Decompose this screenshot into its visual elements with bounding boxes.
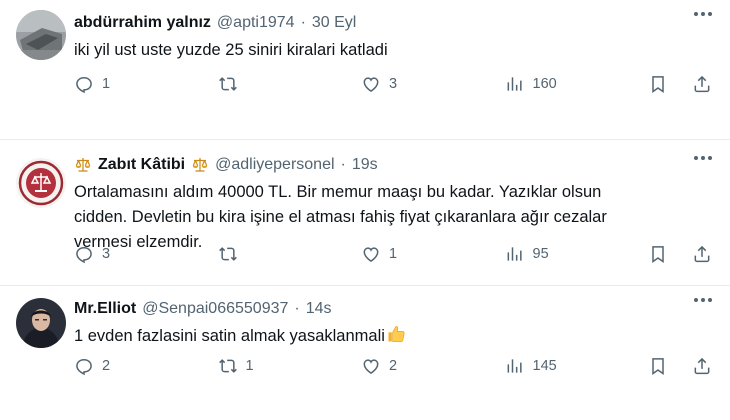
tweet-3[interactable]: Mr.Elliot @Senpai066550937 · 14s 1 evden… (0, 286, 730, 420)
tweet-1[interactable]: abdürrahim yalnız @apti1974 · 30 Eyl iki… (0, 0, 730, 140)
like-button[interactable]: 3 (361, 74, 471, 94)
more-options-icon[interactable] (694, 298, 712, 302)
author-handle[interactable]: @apti1974 (217, 12, 295, 34)
share-icon (692, 74, 712, 94)
retweet-button[interactable] (218, 74, 328, 94)
bookmark-icon (648, 244, 668, 264)
balance-scale-emoji (74, 156, 92, 174)
views-button[interactable]: 95 (505, 244, 615, 264)
author-handle[interactable]: @adliyepersonel (215, 154, 334, 176)
like-button[interactable]: 2 (361, 356, 471, 376)
retweet-button[interactable] (218, 244, 328, 264)
person-hooded-avatar[interactable] (16, 298, 66, 348)
tweet-timestamp[interactable]: 19s (352, 154, 378, 176)
right-action-icons (648, 356, 712, 376)
like-count: 1 (389, 246, 398, 262)
bookmark-icon (648, 356, 668, 376)
reply-icon (74, 356, 94, 376)
retweet-icon (218, 356, 238, 376)
tweet-actions: 1 3 160 (74, 74, 712, 94)
author-name[interactable]: Mr.Elliot (74, 298, 136, 320)
heart-icon (361, 244, 381, 264)
share-icon (692, 356, 712, 376)
share-button[interactable] (692, 74, 712, 94)
retweet-count: 1 (245, 358, 254, 374)
views-count: 145 (532, 358, 557, 374)
retweet-icon (218, 244, 238, 264)
retweet-icon (218, 74, 238, 94)
author-name[interactable]: abdürrahim yalnız (74, 12, 211, 34)
share-icon (692, 244, 712, 264)
tweet-header: abdürrahim yalnız @apti1974 · 30 Eyl (74, 8, 712, 34)
tweet-text-container: 1 evden fazlasini satin almak yasaklanma… (74, 324, 712, 349)
right-action-icons (648, 74, 712, 94)
thumbs-up-emoji (388, 326, 405, 342)
tweet-header: Zabıt Kâtibi @adliyepersonel · 19s (74, 148, 712, 176)
share-button[interactable] (692, 356, 712, 376)
reply-button[interactable]: 2 (74, 356, 184, 376)
views-count: 160 (532, 76, 557, 92)
tweet-timestamp[interactable]: 30 Eyl (312, 12, 356, 34)
share-button[interactable] (692, 244, 712, 264)
bookmark-button[interactable] (648, 244, 668, 264)
views-bar-chart-icon (505, 74, 525, 94)
tweet-timestamp[interactable]: 14s (306, 298, 332, 320)
views-bar-chart-icon (505, 356, 525, 376)
like-count: 3 (389, 76, 398, 92)
bookmark-button[interactable] (648, 74, 668, 94)
views-count: 95 (532, 246, 549, 262)
author-name[interactable]: Zabıt Kâtibi (98, 154, 185, 176)
retweet-button[interactable]: 1 (218, 356, 328, 376)
more-options-icon[interactable] (694, 156, 712, 160)
tweet-text: 1 evden fazlasini satin almak yasaklanma… (74, 327, 385, 345)
tweet-actions: 3 1 95 (74, 244, 712, 264)
bookmark-icon (648, 74, 668, 94)
like-count: 2 (389, 358, 398, 374)
reply-count: 1 (102, 76, 111, 92)
heart-icon (361, 356, 381, 376)
right-action-icons (648, 244, 712, 264)
reply-icon (74, 74, 94, 94)
tweet-header: Mr.Elliot @Senpai066550937 · 14s (74, 294, 712, 320)
like-button[interactable]: 1 (361, 244, 471, 264)
views-button[interactable]: 145 (505, 356, 615, 376)
separator-dot: · (340, 156, 346, 173)
court-seal-avatar[interactable] (16, 158, 66, 208)
bookmark-button[interactable] (648, 356, 668, 376)
views-bar-chart-icon (505, 244, 525, 264)
reply-count: 2 (102, 358, 111, 374)
more-options-icon[interactable] (694, 12, 712, 16)
tweet-text: iki yil ust uste yuzde 25 siniri kiralar… (74, 41, 388, 59)
reply-button[interactable]: 1 (74, 74, 184, 94)
author-handle[interactable]: @Senpai066550937 (142, 298, 288, 320)
heart-icon (361, 74, 381, 94)
gray-photo-avatar[interactable] (16, 10, 66, 60)
separator-dot: · (294, 300, 300, 317)
balance-scale-emoji (191, 156, 209, 174)
reply-button[interactable]: 3 (74, 244, 184, 264)
tweet-actions: 2 1 2 145 (74, 356, 712, 376)
separator-dot: · (300, 14, 306, 31)
reply-icon (74, 244, 94, 264)
reply-count: 3 (102, 246, 111, 262)
views-button[interactable]: 160 (505, 74, 615, 94)
tweet-2[interactable]: Zabıt Kâtibi @adliyepersonel · 19s Ortal… (0, 140, 730, 286)
